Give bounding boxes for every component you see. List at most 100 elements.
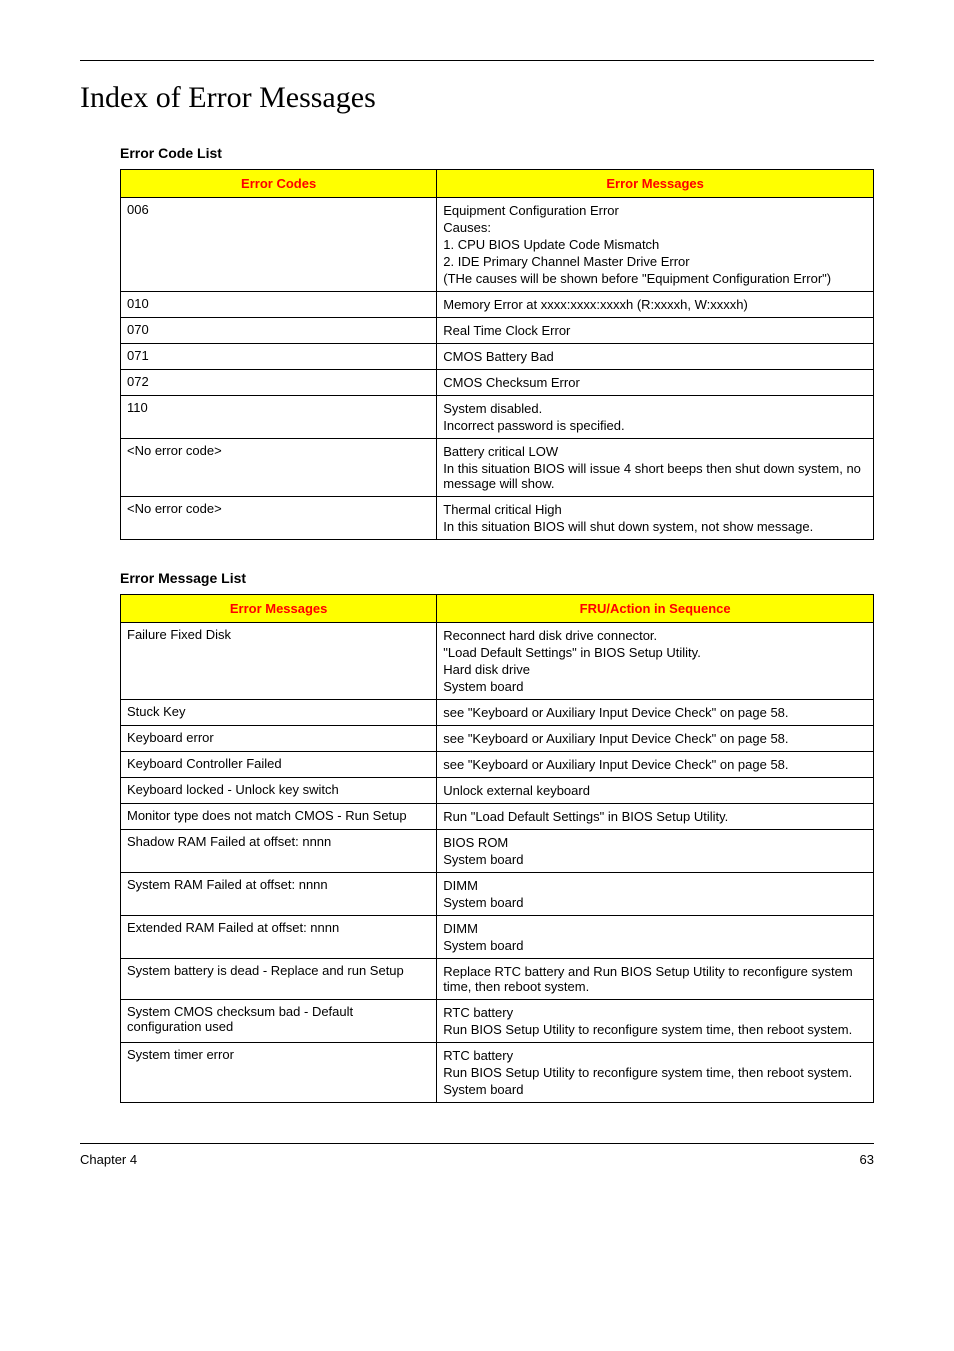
table-cell-right: RTC batteryRun BIOS Setup Utility to rec… — [437, 1000, 874, 1043]
page-footer: Chapter 4 63 — [80, 1143, 874, 1167]
table-cell-left: 072 — [121, 370, 437, 396]
table-cell-line: see "Keyboard or Auxiliary Input Device … — [443, 730, 867, 747]
table-cell-left: Failure Fixed Disk — [121, 623, 437, 700]
table-row: 072 CMOS Checksum Error — [121, 370, 874, 396]
table-cell-left: 006 — [121, 198, 437, 292]
table-cell-right: Equipment Configuration ErrorCauses:1. C… — [437, 198, 874, 292]
table-cell-line: CMOS Battery Bad — [443, 348, 867, 365]
table-cell-line: Unlock external keyboard — [443, 782, 867, 799]
table-cell-right: Battery critical LOWIn this situation BI… — [437, 439, 874, 497]
table-cell-line: 1. CPU BIOS Update Code Mismatch — [443, 236, 867, 253]
table-cell-line: CMOS Checksum Error — [443, 374, 867, 391]
table-cell-line: Incorrect password is specified. — [443, 417, 867, 434]
table-cell-left: System battery is dead - Replace and run… — [121, 959, 437, 1000]
table-cell-line: "Load Default Settings" in BIOS Setup Ut… — [443, 644, 867, 661]
table-row: 110System disabled.Incorrect password is… — [121, 396, 874, 439]
table-cell-right: see "Keyboard or Auxiliary Input Device … — [437, 700, 874, 726]
table-cell-line: System board — [443, 894, 867, 911]
error-code-table: Error Codes Error Messages 006Equipment … — [120, 169, 874, 540]
table-cell-right: Unlock external keyboard — [437, 778, 874, 804]
table-cell-left: Keyboard Controller Failed — [121, 752, 437, 778]
table1-title: Error Code List — [120, 145, 874, 161]
table-cell-left: <No error code> — [121, 497, 437, 540]
table-cell-line: Causes: — [443, 219, 867, 236]
table-cell-left: System timer error — [121, 1043, 437, 1103]
table-row: System timer errorRTC batteryRun BIOS Se… — [121, 1043, 874, 1103]
top-rule — [80, 60, 874, 61]
table-cell-right: CMOS Checksum Error — [437, 370, 874, 396]
table2-header-action: FRU/Action in Sequence — [437, 595, 874, 623]
table-cell-left: 010 — [121, 292, 437, 318]
table-row: Keyboard Controller Failed see "Keyboard … — [121, 752, 874, 778]
table-cell-left: 110 — [121, 396, 437, 439]
table-cell-line: DIMM — [443, 877, 867, 894]
table-cell-right: see "Keyboard or Auxiliary Input Device … — [437, 752, 874, 778]
table-row: <No error code>Thermal critical HighIn t… — [121, 497, 874, 540]
table-row: Monitor type does not match CMOS - Run S… — [121, 804, 874, 830]
table-cell-line: Equipment Configuration Error — [443, 202, 867, 219]
table-cell-right: DIMMSystem board — [437, 916, 874, 959]
table-cell-line: see "Keyboard or Auxiliary Input Device … — [443, 756, 867, 773]
table1-header-messages: Error Messages — [437, 170, 874, 198]
table-cell-left: Shadow RAM Failed at offset: nnnn — [121, 830, 437, 873]
table-cell-line: System board — [443, 1081, 867, 1098]
table-cell-right: CMOS Battery Bad — [437, 344, 874, 370]
table-row: Keyboard locked - Unlock key switch Unloc… — [121, 778, 874, 804]
table-row: Failure Fixed DiskReconnect hard disk dr… — [121, 623, 874, 700]
table-row: Shadow RAM Failed at offset: nnnnBIOS RO… — [121, 830, 874, 873]
table2-header-messages: Error Messages — [121, 595, 437, 623]
table-cell-right: Run "Load Default Settings" in BIOS Setu… — [437, 804, 874, 830]
table-row: 006Equipment Configuration ErrorCauses:1… — [121, 198, 874, 292]
table-cell-line: Reconnect hard disk drive connector. — [443, 627, 867, 644]
table-cell-line: Memory Error at xxxx:xxxx:xxxxh (R:xxxxh… — [443, 296, 867, 313]
table-cell-left: 071 — [121, 344, 437, 370]
table-cell-right: Real Time Clock Error — [437, 318, 874, 344]
table-cell-right: BIOS ROMSystem board — [437, 830, 874, 873]
table-row: System CMOS checksum bad - Default confi… — [121, 1000, 874, 1043]
table-cell-line: Thermal critical High — [443, 501, 867, 518]
table-cell-line: System board — [443, 678, 867, 695]
table-row: System battery is dead - Replace and run… — [121, 959, 874, 1000]
table-cell-line: (THe causes will be shown before "Equipm… — [443, 270, 867, 287]
table1-header-codes: Error Codes — [121, 170, 437, 198]
table-cell-left: 070 — [121, 318, 437, 344]
table-cell-line: RTC battery — [443, 1047, 867, 1064]
table-cell-right: RTC batteryRun BIOS Setup Utility to rec… — [437, 1043, 874, 1103]
table-cell-line: Run "Load Default Settings" in BIOS Setu… — [443, 808, 867, 825]
table-cell-line: System board — [443, 937, 867, 954]
table-row: 010 Memory Error at xxxx:xxxx:xxxxh (R:xx… — [121, 292, 874, 318]
table-row: Extended RAM Failed at offset: nnnnDIMMS… — [121, 916, 874, 959]
table2-title: Error Message List — [120, 570, 874, 586]
table-cell-right: Thermal critical HighIn this situation B… — [437, 497, 874, 540]
table-cell-line: In this situation BIOS will shut down sy… — [443, 518, 867, 535]
table-cell-left: System CMOS checksum bad - Default confi… — [121, 1000, 437, 1043]
table-row: System RAM Failed at offset: nnnnDIMMSys… — [121, 873, 874, 916]
table-cell-left: Monitor type does not match CMOS - Run S… — [121, 804, 437, 830]
table-cell-left: <No error code> — [121, 439, 437, 497]
table-cell-line: Run BIOS Setup Utility to reconfigure sy… — [443, 1021, 867, 1038]
table-cell-line: Battery critical LOW — [443, 443, 867, 460]
table-cell-line: RTC battery — [443, 1004, 867, 1021]
page-title: Index of Error Messages — [80, 81, 874, 115]
table-cell-line: 2. IDE Primary Channel Master Drive Erro… — [443, 253, 867, 270]
table-cell-line: System disabled. — [443, 400, 867, 417]
table-cell-left: System RAM Failed at offset: nnnn — [121, 873, 437, 916]
table-cell-right: DIMMSystem board — [437, 873, 874, 916]
footer-page-number: 63 — [860, 1152, 874, 1167]
footer-chapter: Chapter 4 — [80, 1152, 137, 1167]
table-row: 070Real Time Clock Error — [121, 318, 874, 344]
table-cell-line: Run BIOS Setup Utility to reconfigure sy… — [443, 1064, 867, 1081]
table-cell-right: Reconnect hard disk drive connector."Loa… — [437, 623, 874, 700]
table-cell-line: BIOS ROM — [443, 834, 867, 851]
table-cell-left: Keyboard error — [121, 726, 437, 752]
table-row: Stuck Keysee "Keyboard or Auxiliary Inpu… — [121, 700, 874, 726]
table-cell-right: Memory Error at xxxx:xxxx:xxxxh (R:xxxxh… — [437, 292, 874, 318]
table-cell-line: System board — [443, 851, 867, 868]
error-message-table: Error Messages FRU/Action in Sequence Fa… — [120, 594, 874, 1103]
table-cell-right: System disabled.Incorrect password is sp… — [437, 396, 874, 439]
table-row: <No error code>Battery critical LOWIn th… — [121, 439, 874, 497]
table-cell-left: Stuck Key — [121, 700, 437, 726]
table-cell-line: Replace RTC battery and Run BIOS Setup U… — [443, 963, 867, 995]
table-cell-left: Keyboard locked - Unlock key switch — [121, 778, 437, 804]
table-cell-right: Replace RTC battery and Run BIOS Setup U… — [437, 959, 874, 1000]
